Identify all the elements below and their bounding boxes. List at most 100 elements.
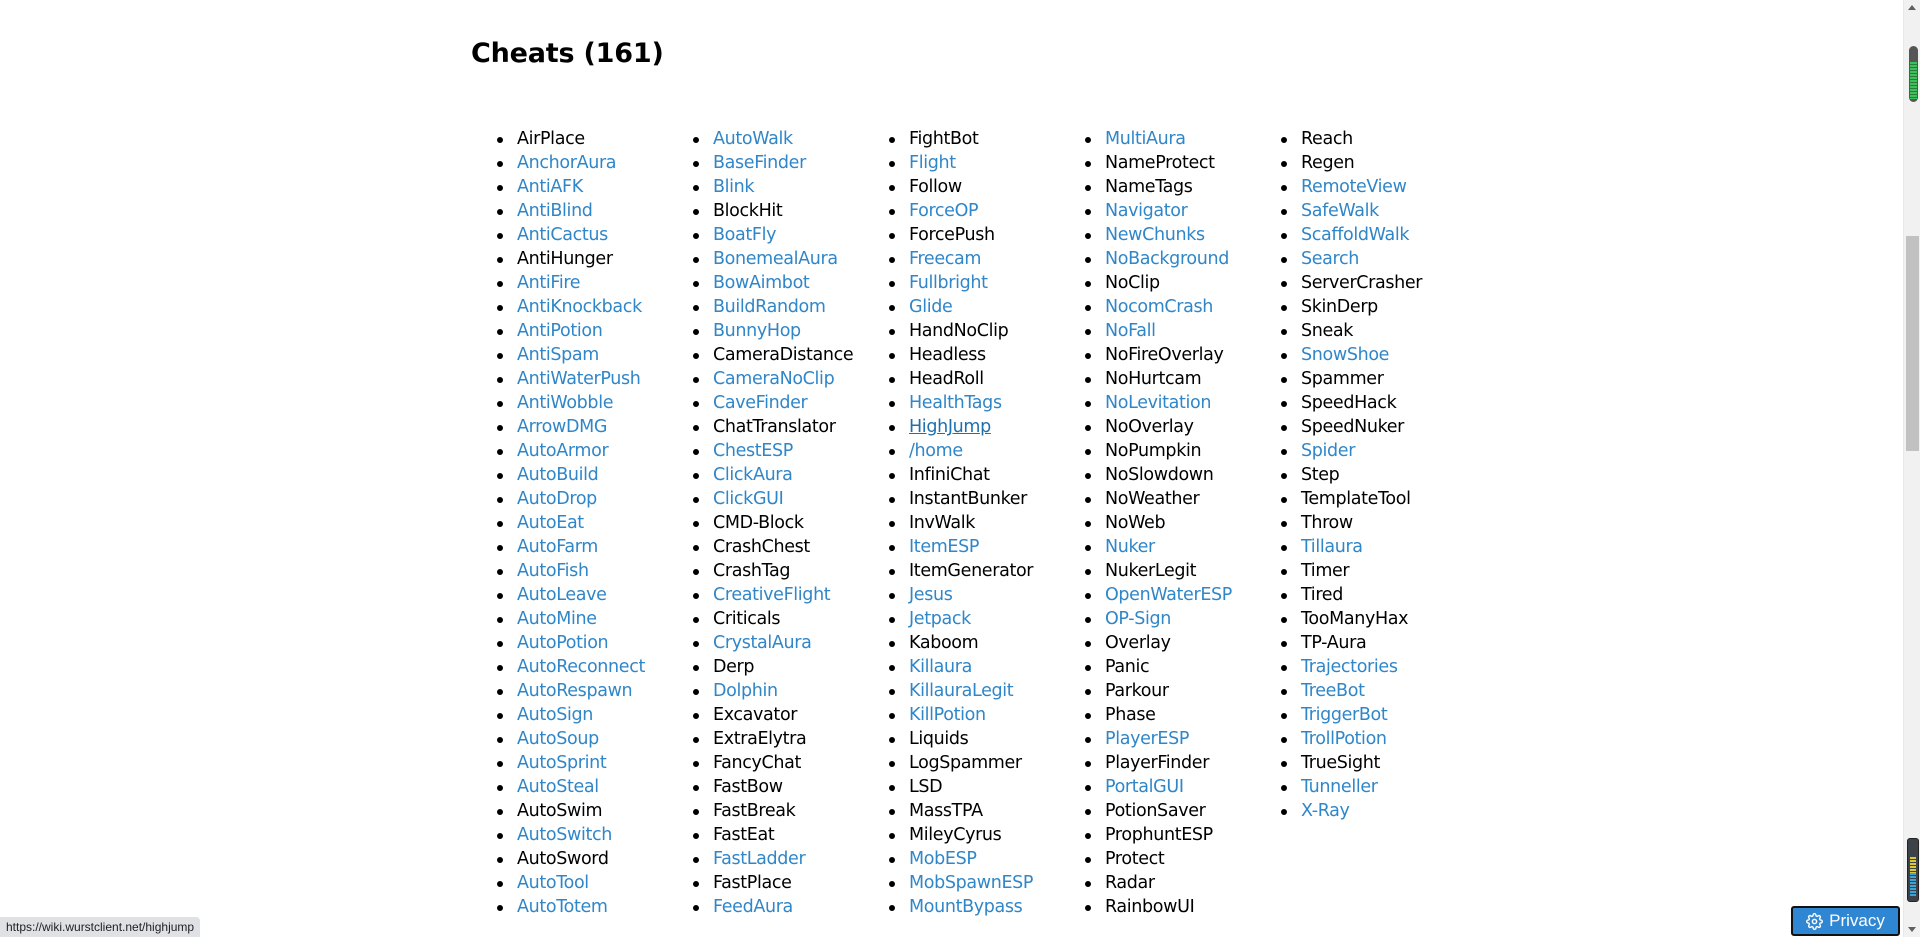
cheat-link[interactable]: Nuker (1105, 537, 1155, 557)
cheat-link[interactable]: BuildRandom (713, 297, 826, 317)
cheat-link[interactable]: AntiKnockback (517, 297, 642, 317)
cheat-link[interactable]: TriggerBot (1301, 705, 1388, 725)
list-item[interactable]: Spider (1277, 439, 1473, 463)
cheat-link[interactable]: AutoLeave (517, 585, 607, 605)
list-item[interactable]: RemoteView (1277, 175, 1473, 199)
list-item[interactable]: AutoEat (493, 511, 689, 535)
list-item[interactable]: AntiWaterPush (493, 367, 689, 391)
list-item[interactable]: AntiSpam (493, 343, 689, 367)
list-item[interactable]: MultiAura (1081, 127, 1277, 151)
list-item[interactable]: BaseFinder (689, 151, 885, 175)
cheat-link[interactable]: ClickGUI (713, 489, 784, 509)
list-item[interactable]: Fullbright (885, 271, 1081, 295)
cheat-link[interactable]: AntiFire (517, 273, 581, 293)
list-item[interactable]: AutoTool (493, 871, 689, 895)
list-item[interactable]: BunnyHop (689, 319, 885, 343)
cheat-link[interactable]: AutoPotion (517, 633, 609, 653)
list-item[interactable]: MountBypass (885, 895, 1081, 919)
list-item[interactable]: AutoReconnect (493, 655, 689, 679)
list-item[interactable]: CreativeFlight (689, 583, 885, 607)
list-item[interactable]: CameraNoClip (689, 367, 885, 391)
cheat-link[interactable]: AutoSteal (517, 777, 599, 797)
cheat-link[interactable]: Glide (909, 297, 953, 317)
cheat-link[interactable]: AutoRespawn (517, 681, 633, 701)
list-item[interactable]: AutoRespawn (493, 679, 689, 703)
cheat-link[interactable]: BowAimbot (713, 273, 810, 293)
cheat-link[interactable]: MobSpawnESP (909, 873, 1033, 893)
cheat-link[interactable]: NoLevitation (1105, 393, 1211, 413)
list-item[interactable]: Killaura (885, 655, 1081, 679)
cheat-link[interactable]: AntiWaterPush (517, 369, 641, 389)
cheat-link[interactable]: ChestESP (713, 441, 793, 461)
list-item[interactable]: MobESP (885, 847, 1081, 871)
cheat-link[interactable]: CrystalAura (713, 633, 812, 653)
list-item[interactable]: HighJump (885, 415, 1081, 439)
cheat-link[interactable]: SafeWalk (1301, 201, 1379, 221)
list-item[interactable]: AntiBlind (493, 199, 689, 223)
cheat-link[interactable]: /home (909, 441, 963, 461)
cheat-link[interactable]: AntiBlind (517, 201, 593, 221)
cheat-link[interactable]: FastLadder (713, 849, 806, 869)
cheat-link[interactable]: PlayerESP (1105, 729, 1189, 749)
list-item[interactable]: /home (885, 439, 1081, 463)
list-item[interactable]: ClickAura (689, 463, 885, 487)
list-item[interactable]: NoBackground (1081, 247, 1277, 271)
cheat-link[interactable]: AutoFarm (517, 537, 598, 557)
list-item[interactable]: AntiWobble (493, 391, 689, 415)
list-item[interactable]: ChestESP (689, 439, 885, 463)
cheat-link[interactable]: Trajectories (1301, 657, 1398, 677)
cheat-link[interactable]: AutoEat (517, 513, 584, 533)
cheat-link[interactable]: AutoDrop (517, 489, 597, 509)
cheat-link[interactable]: AutoArmor (517, 441, 609, 461)
cheat-link[interactable]: MountBypass (909, 897, 1023, 917)
list-item[interactable]: Flight (885, 151, 1081, 175)
list-item[interactable]: AntiAFK (493, 175, 689, 199)
cheat-link[interactable]: OP-Sign (1105, 609, 1171, 629)
privacy-button[interactable]: Privacy (1791, 906, 1900, 936)
list-item[interactable]: Freecam (885, 247, 1081, 271)
cheat-link[interactable]: CameraNoClip (713, 369, 835, 389)
list-item[interactable]: AutoFish (493, 559, 689, 583)
list-item[interactable]: Dolphin (689, 679, 885, 703)
cheat-link[interactable]: Navigator (1105, 201, 1188, 221)
cheat-link[interactable]: ItemESP (909, 537, 979, 557)
cheat-link[interactable]: NocomCrash (1105, 297, 1213, 317)
cheat-link[interactable]: BoatFly (713, 225, 776, 245)
list-item[interactable]: SnowShoe (1277, 343, 1473, 367)
cheat-link[interactable]: CaveFinder (713, 393, 808, 413)
list-item[interactable]: PortalGUI (1081, 775, 1277, 799)
list-item[interactable]: FastLadder (689, 847, 885, 871)
list-item[interactable]: NoLevitation (1081, 391, 1277, 415)
list-item[interactable]: AutoFarm (493, 535, 689, 559)
cheat-link[interactable]: AutoWalk (713, 129, 793, 149)
list-item[interactable]: Search (1277, 247, 1473, 271)
cheat-link[interactable]: AutoSwitch (517, 825, 612, 845)
list-item[interactable]: Jetpack (885, 607, 1081, 631)
cheat-link[interactable]: FeedAura (713, 897, 793, 917)
list-item[interactable]: AutoLeave (493, 583, 689, 607)
list-item[interactable]: Trajectories (1277, 655, 1473, 679)
list-item[interactable]: FeedAura (689, 895, 885, 919)
cheat-link[interactable]: NoBackground (1105, 249, 1229, 269)
cheat-link[interactable]: AnchorAura (517, 153, 617, 173)
list-item[interactable]: BoatFly (689, 223, 885, 247)
list-item[interactable]: CrystalAura (689, 631, 885, 655)
cheat-link[interactable]: AutoMine (517, 609, 597, 629)
list-item[interactable]: Tillaura (1277, 535, 1473, 559)
cheat-link[interactable]: Spider (1301, 441, 1355, 461)
cheat-link[interactable]: BunnyHop (713, 321, 801, 341)
list-item[interactable]: Blink (689, 175, 885, 199)
cheat-link[interactable]: BonemealAura (713, 249, 838, 269)
list-item[interactable]: Nuker (1081, 535, 1277, 559)
list-item[interactable]: AutoWalk (689, 127, 885, 151)
cheat-link[interactable]: Fullbright (909, 273, 988, 293)
cheat-link[interactable]: NoFall (1105, 321, 1156, 341)
cheat-link[interactable]: X-Ray (1301, 801, 1350, 821)
cheat-link[interactable]: AutoTool (517, 873, 589, 893)
list-item[interactable]: TriggerBot (1277, 703, 1473, 727)
cheat-link[interactable]: Killaura (909, 657, 972, 677)
cheat-link[interactable]: HighJump (909, 417, 991, 437)
cheat-link[interactable]: CreativeFlight (713, 585, 831, 605)
cheat-link[interactable]: AntiPotion (517, 321, 603, 341)
list-item[interactable]: OP-Sign (1081, 607, 1277, 631)
